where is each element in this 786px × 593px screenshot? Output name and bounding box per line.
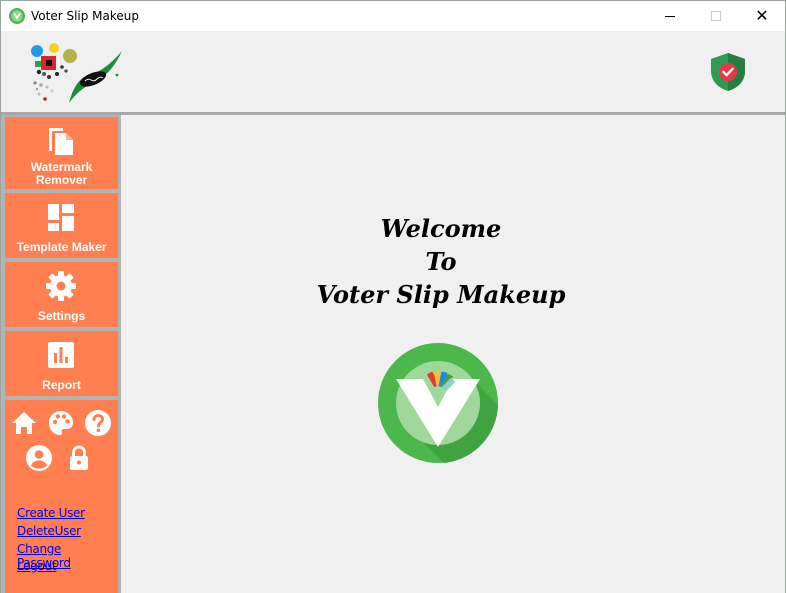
delete-user-link[interactable]: DeleteUser xyxy=(17,524,81,538)
tools-panel: Create User DeleteUser Change Password L… xyxy=(5,400,118,593)
settings-button[interactable]: Settings xyxy=(5,262,118,327)
gear-icon xyxy=(46,271,76,301)
maximize-button[interactable] xyxy=(693,1,739,31)
shield-check-icon xyxy=(711,53,745,91)
create-user-link[interactable]: Create User xyxy=(17,506,85,520)
dashboard-layout-icon xyxy=(48,204,74,231)
app-icon xyxy=(9,8,25,24)
voter-slip-logo xyxy=(378,343,498,463)
nav-label: Template Maker xyxy=(16,240,107,254)
home-icon[interactable] xyxy=(10,409,38,437)
nav-label: Report xyxy=(42,378,81,392)
account-icon[interactable] xyxy=(25,444,53,472)
close-button[interactable]: ✕ xyxy=(739,1,785,31)
header-band xyxy=(1,31,785,113)
title-bar[interactable]: Voter Slip Makeup ✕ xyxy=(1,1,785,31)
template-maker-button[interactable]: Template Maker xyxy=(5,193,118,258)
app-window: Voter Slip Makeup ✕ Watermark Remover Te… xyxy=(0,0,786,593)
palette-icon[interactable] xyxy=(47,409,75,437)
nav-label: Watermark Remover xyxy=(30,160,93,187)
lock-icon[interactable] xyxy=(65,444,93,472)
welcome-line: Voter Slip Makeup xyxy=(316,280,566,309)
window-title: Voter Slip Makeup xyxy=(31,9,140,23)
minimize-icon xyxy=(665,15,675,17)
watermark-remover-button[interactable]: Watermark Remover xyxy=(5,117,118,189)
help-icon[interactable] xyxy=(84,409,112,437)
welcome-line: To xyxy=(425,247,457,276)
sidebar: Watermark Remover Template Maker Setting… xyxy=(1,115,121,593)
brand-logo xyxy=(31,43,122,103)
nav-label: Settings xyxy=(37,309,86,323)
main-content: Welcome To Voter Slip Makeup xyxy=(121,115,785,593)
minimize-button[interactable] xyxy=(647,1,693,31)
welcome-line: Welcome xyxy=(380,214,502,243)
logout-link[interactable]: Logout xyxy=(17,559,57,573)
maximize-icon xyxy=(711,11,721,21)
report-button[interactable]: Report xyxy=(5,331,118,396)
close-icon: ✕ xyxy=(755,6,769,25)
bar-chart-icon xyxy=(48,342,74,368)
copy-document-icon xyxy=(49,128,73,155)
